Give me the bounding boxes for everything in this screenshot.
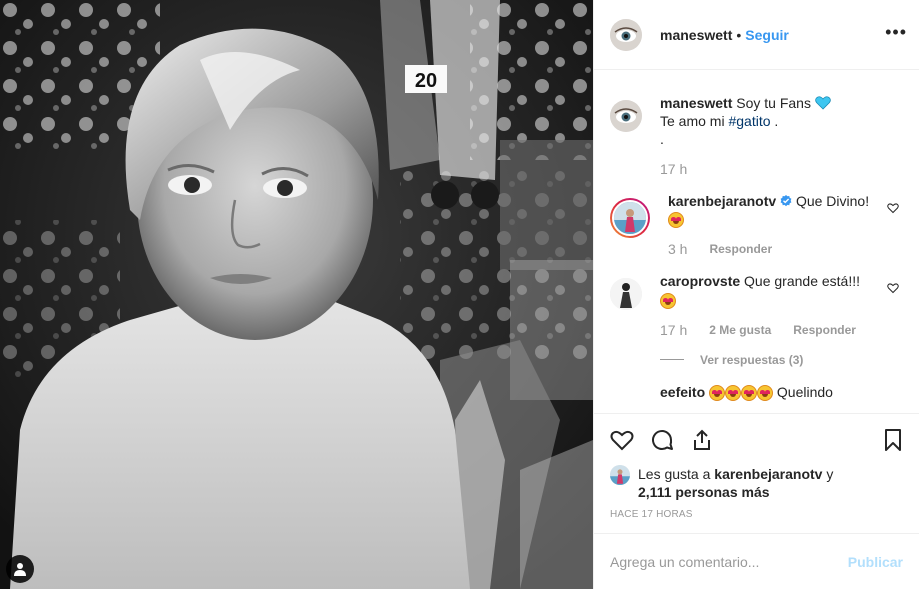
tagged-users-button[interactable] — [6, 555, 34, 583]
view-replies-button[interactable]: Ver respuestas (3) — [660, 353, 903, 367]
comment-likes-count[interactable]: 2 Me gusta — [709, 321, 771, 339]
caption-line2-suffix: . — [770, 113, 779, 129]
caption-username[interactable]: maneswett — [660, 95, 732, 111]
share-button[interactable] — [682, 420, 722, 460]
photo-sign-number: 20 — [415, 70, 437, 92]
avatar-image — [610, 18, 642, 51]
caption-meta: 17 h — [660, 160, 883, 178]
reply-button[interactable]: Responder — [709, 240, 772, 258]
comment-text: Que grande está!!! — [744, 273, 861, 290]
follow-button[interactable]: Seguir — [745, 27, 789, 43]
post-timestamp[interactable]: HACE 17 HORAS — [594, 509, 919, 533]
replies-divider — [660, 359, 684, 361]
liker-username[interactable]: karenbejaranotv — [714, 466, 822, 482]
publish-button[interactable]: Publicar — [848, 554, 903, 570]
comment-time[interactable]: 3 h — [668, 240, 687, 258]
avatar-image — [610, 465, 630, 485]
like-comment-heart-icon[interactable] — [887, 282, 899, 294]
comments-list[interactable]: maneswett Soy tu Fans Te amo mi #gatito … — [594, 70, 919, 413]
like-button[interactable] — [602, 420, 642, 460]
reply-button[interactable]: Responder — [793, 321, 856, 339]
heart-eyes-emoji-icon — [741, 384, 758, 401]
bookmark-icon — [885, 428, 901, 451]
comment-body: karenbejaranotv Que Divino! 3 h Responde… — [668, 192, 903, 258]
post-sidebar: maneswett • Seguir ••• maneswett Soy tu … — [593, 0, 919, 589]
verified-badge-icon — [780, 195, 792, 207]
comment-text: Que Divino! — [795, 193, 870, 209]
add-comment-bar: Publicar — [594, 533, 919, 589]
caption: maneswett Soy tu Fans Te amo mi #gatito … — [610, 94, 903, 178]
author-username[interactable]: maneswett — [660, 27, 732, 43]
heart-eyes-emoji-icon — [725, 384, 742, 401]
comment-item: caroprovste Que grande está!!! 17 h 2 Me… — [610, 272, 903, 338]
likes-count-link[interactable]: 2,111 personas más — [638, 484, 770, 500]
caption-time[interactable]: 17 h — [660, 160, 687, 178]
caption-avatar[interactable] — [610, 100, 642, 132]
avatar-image — [610, 278, 642, 311]
post-header: maneswett • Seguir ••• — [594, 0, 919, 70]
heart-eyes-emoji-icon — [757, 384, 774, 401]
comment-button[interactable] — [642, 420, 682, 460]
liker-avatar[interactable] — [610, 465, 630, 485]
author-avatar[interactable] — [610, 18, 642, 51]
likes-summary: Les gusta a karenbejaranotv y 2,111 pers… — [594, 465, 919, 501]
comment-username[interactable]: karenbejaranotv — [668, 193, 776, 209]
likes-prefix: Les gusta a — [638, 466, 715, 482]
caption-text: Soy tu Fans — [736, 95, 811, 111]
comment-body: eefeito Quelindo — [660, 383, 903, 401]
photo-image: 20 — [0, 0, 593, 589]
save-button[interactable] — [873, 420, 913, 460]
comment-username[interactable]: caroprovste — [660, 273, 740, 289]
blue-heart-icon — [815, 96, 831, 110]
hashtag-link[interactable]: #gatito — [728, 113, 770, 129]
comment-item: karenbejaranotv Que Divino! 3 h Responde… — [610, 192, 903, 258]
heart-icon — [610, 430, 634, 450]
comment-body: caroprovste Que grande está!!! 17 h 2 Me… — [660, 272, 903, 338]
instagram-post: 20 maneswett • Seguir ••• maneswett Soy … — [0, 0, 919, 589]
comment-text: Quelindo — [776, 383, 833, 400]
heart-eyes-emoji-icon — [709, 384, 726, 401]
comment-bubble-icon — [652, 429, 673, 450]
view-replies-label: Ver respuestas (3) — [700, 352, 804, 367]
like-comment-heart-icon[interactable] — [887, 202, 899, 214]
likes-text: Les gusta a karenbejaranotv y 2,111 pers… — [638, 465, 833, 501]
comment-avatar[interactable] — [610, 278, 642, 311]
comment-username[interactable]: eefeito — [660, 384, 705, 400]
avatar-image — [610, 100, 642, 132]
post-photo[interactable]: 20 — [0, 0, 593, 589]
header-separator: • — [736, 26, 742, 43]
caption-body: maneswett Soy tu Fans Te amo mi #gatito … — [660, 94, 903, 178]
caption-line3: . — [660, 131, 664, 147]
avatar-image — [614, 202, 646, 234]
comment-item-partial: eefeito Quelindo — [660, 383, 903, 401]
comment-input[interactable] — [610, 553, 848, 570]
more-options-icon[interactable]: ••• — [885, 23, 907, 41]
user-icon — [14, 563, 26, 576]
comment-time[interactable]: 17 h — [660, 321, 687, 339]
caption-line2: Te amo mi — [660, 113, 729, 129]
comment-avatar[interactable] — [610, 198, 650, 238]
heart-eyes-emoji-icon — [660, 292, 676, 309]
likes-middle: y — [822, 466, 834, 482]
comment-meta: 17 h 2 Me gusta Responder — [660, 321, 883, 339]
share-upload-icon — [694, 429, 710, 450]
post-actions — [594, 413, 919, 465]
heart-eyes-emoji-icon — [668, 212, 684, 229]
comment-meta: 3 h Responder — [668, 240, 883, 258]
